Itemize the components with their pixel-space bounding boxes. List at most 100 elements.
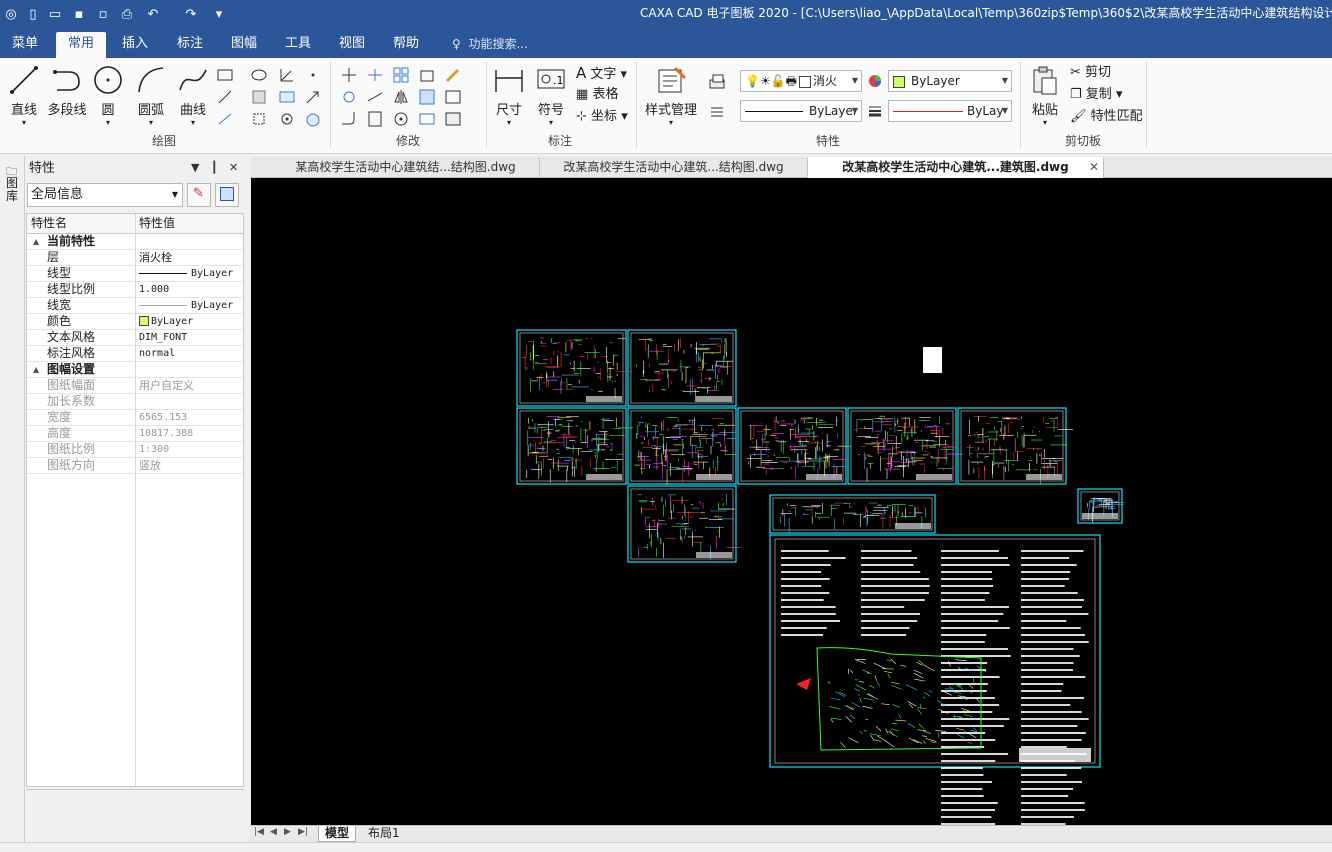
- table-button[interactable]: ▦ 表格: [576, 86, 618, 104]
- tab-model[interactable]: 模型: [318, 826, 357, 842]
- gear-icon[interactable]: [278, 110, 296, 128]
- table-row[interactable]: 颜色 ByLayer: [27, 314, 243, 330]
- function-search[interactable]: ♀ 功能搜索...: [452, 32, 528, 56]
- trim-icon[interactable]: [366, 66, 384, 84]
- customize-quick-access-icon[interactable]: ▾: [208, 0, 230, 28]
- arrow-icon[interactable]: [304, 88, 322, 106]
- coordinate-button[interactable]: ⊹ 坐标 ▾: [576, 108, 628, 126]
- move-icon[interactable]: [340, 66, 358, 84]
- save-as-icon[interactable]: ▫: [92, 0, 114, 28]
- match-properties-button[interactable]: 🖌 特性匹配: [1070, 108, 1143, 126]
- table-row[interactable]: 线型比例 1.000: [27, 282, 243, 298]
- polyline-button[interactable]: 多段线: [46, 62, 88, 128]
- tab-document-3[interactable]: 改某高校学生活动中心建筑...建筑图.dwg ✕: [808, 157, 1104, 178]
- table-row[interactable]: 线型 ByLayer: [27, 266, 243, 282]
- print-icon[interactable]: ⎙: [116, 0, 138, 28]
- ellipse-icon[interactable]: [250, 66, 268, 84]
- library-tab[interactable]: 图库: [4, 177, 20, 203]
- last-layout-icon[interactable]: ▶|: [298, 827, 308, 837]
- circle-button[interactable]: 圆 ▾: [92, 62, 124, 128]
- lineweight-select[interactable]: ByLay ▼: [888, 100, 1012, 122]
- collapse-icon[interactable]: ▲: [33, 362, 39, 377]
- tab-tools[interactable]: 工具: [273, 32, 323, 58]
- tab-annotate[interactable]: 标注: [165, 32, 215, 58]
- rotate-icon[interactable]: [340, 88, 358, 106]
- style-manager-button[interactable]: 样式管理 ▾: [642, 62, 700, 128]
- close-icon[interactable]: ✕: [229, 161, 238, 174]
- drawing-canvas[interactable]: [251, 178, 1332, 825]
- angle-line-icon[interactable]: [278, 66, 296, 84]
- new-file-icon[interactable]: ▯: [22, 0, 44, 28]
- save-icon[interactable]: ▪: [68, 0, 90, 28]
- block-icon[interactable]: [250, 110, 268, 128]
- layer-select[interactable]: 💡☀🔓🖶 消火 ▼: [740, 70, 862, 92]
- offset-line-icon[interactable]: [216, 110, 234, 128]
- extend-icon[interactable]: [366, 88, 384, 106]
- fillet-icon[interactable]: [340, 110, 358, 128]
- tab-document-2[interactable]: 改某高校学生活动中心建筑...结构图.dwg: [540, 157, 808, 178]
- color-wheel-icon[interactable]: [866, 72, 884, 90]
- break-icon[interactable]: [366, 110, 384, 128]
- properties-edit-icon[interactable]: [444, 110, 462, 128]
- text-button[interactable]: A 文字 ▾: [576, 64, 627, 84]
- collapse-icon[interactable]: ▲: [33, 234, 39, 249]
- redo-icon[interactable]: ↷: [180, 0, 202, 28]
- tab-help[interactable]: 帮助: [381, 32, 431, 58]
- table-row[interactable]: 标注风格 normal: [27, 346, 243, 362]
- cloud-icon[interactable]: [304, 110, 322, 128]
- mirror-icon[interactable]: [392, 88, 410, 106]
- app-logo-icon[interactable]: ◎: [0, 0, 22, 28]
- tab-document-1[interactable]: 某高校学生活动中心建筑结...结构图.dwg: [272, 157, 540, 178]
- site-detail-line: [968, 684, 974, 689]
- linetype-select[interactable]: ByLayer ▼: [740, 100, 862, 122]
- hatch-line-icon[interactable]: [216, 88, 234, 106]
- color-select[interactable]: ByLayer ▼: [888, 70, 1012, 92]
- cut-button[interactable]: ✂ 剪切: [1070, 64, 1111, 82]
- rectangle-icon[interactable]: [216, 66, 234, 84]
- array-icon[interactable]: [392, 66, 410, 84]
- explode-icon[interactable]: [444, 88, 462, 106]
- copy-button[interactable]: ❐ 复制 ▾: [1070, 86, 1122, 104]
- brush-icon[interactable]: [444, 66, 462, 84]
- copy-object-icon[interactable]: [418, 66, 436, 84]
- tab-view[interactable]: 视图: [327, 32, 377, 58]
- panel-menu-icon[interactable]: ▼: [191, 161, 199, 174]
- lineweight-icon[interactable]: [866, 102, 884, 120]
- line-button[interactable]: 直线 ▾: [8, 62, 40, 128]
- pin-icon[interactable]: ┃: [211, 161, 218, 174]
- scope-select[interactable]: 全局信息 ▼: [27, 183, 183, 207]
- chevron-down-icon: ▾: [148, 118, 153, 127]
- drawing-sheet-border: [850, 410, 954, 482]
- clear-selection-button[interactable]: ✎: [187, 183, 211, 207]
- tab-common[interactable]: 常用: [56, 32, 107, 58]
- point-icon[interactable]: [304, 66, 322, 84]
- tab-frame[interactable]: 图幅: [219, 32, 269, 58]
- section-frame-settings[interactable]: ▲ 图幅设置: [27, 362, 243, 378]
- layer-manager-icon[interactable]: [708, 72, 726, 90]
- close-icon[interactable]: ✕: [1089, 157, 1099, 177]
- fill-region-icon[interactable]: [250, 88, 268, 106]
- first-layout-icon[interactable]: |◀: [254, 827, 264, 837]
- stretch-icon[interactable]: [418, 110, 436, 128]
- undo-icon[interactable]: ↶: [142, 0, 164, 28]
- tab-layout1[interactable]: 布局1: [362, 826, 406, 842]
- list-menu-icon[interactable]: [708, 102, 726, 120]
- curve-button[interactable]: 曲线 ▾: [176, 62, 210, 128]
- quick-select-button[interactable]: [215, 183, 239, 207]
- scale-icon[interactable]: [418, 88, 436, 106]
- tab-menu[interactable]: 菜单: [0, 32, 50, 58]
- refresh-icon[interactable]: [392, 110, 410, 128]
- paste-button[interactable]: 粘贴 ▾: [1026, 62, 1064, 128]
- table-row[interactable]: 文本风格 DIM_FONT: [27, 330, 243, 346]
- tab-insert[interactable]: 插入: [110, 32, 160, 58]
- dimension-button[interactable]: 尺寸 ▾: [492, 62, 526, 128]
- table-row[interactable]: 线宽 ByLayer: [27, 298, 243, 314]
- arc-button[interactable]: 圆弧 ▾: [134, 62, 168, 128]
- section-current-properties[interactable]: ▲ 当前特性: [27, 234, 243, 250]
- table-row[interactable]: 层消火栓: [27, 250, 243, 266]
- open-file-icon[interactable]: ▭: [44, 0, 66, 28]
- prev-layout-icon[interactable]: ◀: [270, 827, 277, 837]
- center-line-icon[interactable]: [278, 88, 296, 106]
- next-layout-icon[interactable]: ▶: [284, 827, 291, 837]
- symbol-button[interactable]: .1 符号 ▾: [534, 62, 568, 128]
